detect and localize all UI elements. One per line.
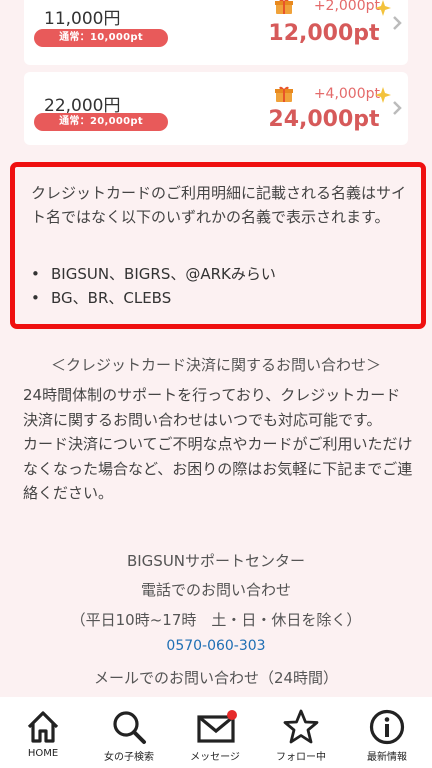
notice-text: クレジットカードのご利用明細に記載される名義はサイト名ではなく以下のいずれかの名… xyxy=(31,184,407,226)
phone-hours: （平日10時~17時 土・日・休日を除く） xyxy=(70,611,362,629)
mail-icon xyxy=(197,710,237,743)
total-points: 24,000pt xyxy=(268,107,380,132)
plan-card-2[interactable]: 22,000円 通常：20,000pt +4,000pt 24,000pt xyxy=(24,72,408,145)
chevron-right-icon xyxy=(393,16,402,30)
mail-inquiry-label: メールでのお問い合わせ（24時間） xyxy=(93,669,339,687)
tab-latest-info[interactable]: 最新情報 xyxy=(344,697,430,768)
tab-label: フォロー中 xyxy=(276,752,326,763)
phone-number-link[interactable]: 0570-060-303 xyxy=(0,638,432,654)
search-icon xyxy=(113,711,146,744)
list-item: BG、BR、CLEBS xyxy=(31,286,276,310)
billing-names-list: BIGSUN、BIGRS、@ARKみらい BG、BR、CLEBS xyxy=(31,262,276,310)
tab-home[interactable]: HOME xyxy=(0,697,86,768)
gift-icon xyxy=(275,0,293,14)
contact-description: 24時間体制のサポートを行っており、クレジットカード決済に関するお問い合わせはい… xyxy=(23,386,413,502)
home-icon xyxy=(27,711,59,743)
tab-label: 女の子検索 xyxy=(104,752,154,763)
regular-points-badge: 通常：20,000pt xyxy=(34,113,168,131)
total-points: 12,000pt xyxy=(268,21,380,46)
tab-label: メッセージ xyxy=(190,752,240,763)
regular-points-badge: 通常：10,000pt xyxy=(34,29,168,47)
contact-heading: ＜クレジットカード決済に関するお問い合わせ＞ xyxy=(50,356,381,374)
bonus-points: +2,000pt xyxy=(313,0,380,14)
tab-girl-search[interactable]: 女の子検索 xyxy=(86,697,172,768)
plan-price: 11,000円 xyxy=(44,9,121,29)
list-item: BIGSUN、BIGRS、@ARKみらい xyxy=(31,262,276,286)
plan-card-1[interactable]: 11,000円 通常：10,000pt +2,000pt 12,000pt xyxy=(24,0,408,65)
info-icon xyxy=(369,709,405,745)
support-center-name: BIGSUNサポートセンター xyxy=(126,552,306,570)
tab-messages[interactable]: メッセージ xyxy=(172,697,258,768)
billing-name-notice: クレジットカードのご利用明細に記載される名義はサイト名ではなく以下のいずれかの名… xyxy=(10,162,426,329)
tab-label: HOME xyxy=(27,748,59,759)
tab-label: 最新情報 xyxy=(367,752,407,763)
tab-following[interactable]: フォロー中 xyxy=(258,697,344,768)
chevron-right-icon xyxy=(393,101,402,115)
star-icon xyxy=(283,709,319,744)
bottom-tab-bar: HOME 女の子検索 メッセージ フォロー中 最新情報 xyxy=(0,697,432,768)
gift-icon xyxy=(275,86,293,102)
bonus-points: +4,000pt xyxy=(313,86,380,102)
phone-inquiry-label: 電話でのお問い合わせ xyxy=(140,581,291,599)
unread-dot xyxy=(227,710,237,720)
